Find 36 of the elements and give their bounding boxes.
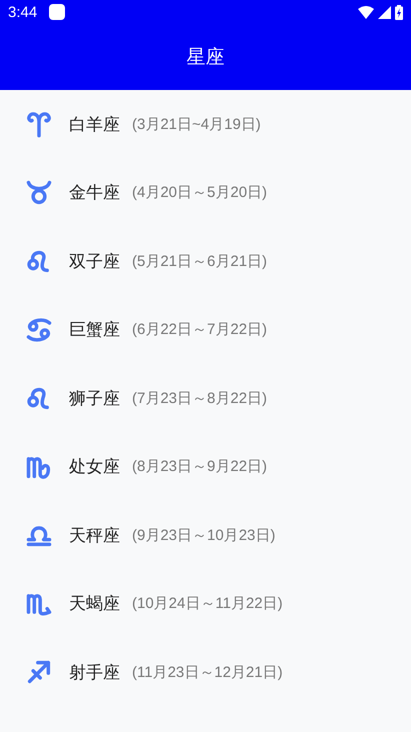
sign-dates: (3月21日~4月19日) [132, 114, 261, 134]
sign-name: 天秤座 [69, 524, 120, 547]
sign-list-item[interactable]: 白羊座 (3月21日~4月19日) [0, 90, 411, 158]
sign-list-item[interactable]: 双子座 (5月21日～6月21日) [0, 227, 411, 296]
sign-name: 双子座 [69, 250, 120, 273]
sign-name: 金牛座 [69, 182, 120, 204]
sign-dates: (7月23日～8月22日) [132, 388, 268, 408]
battery-icon [395, 4, 403, 20]
aries-symbol-icon [25, 110, 53, 138]
sign-dates: (9月23日～10月23日) [132, 526, 276, 545]
notification-icon [49, 4, 66, 20]
sign-dates: (6月22日～7月22日) [132, 320, 268, 340]
sign-dates: (5月21日～6月21日) [132, 252, 268, 271]
taurus-symbol-icon [25, 178, 53, 207]
sign-name: 射手座 [69, 662, 120, 684]
signal-icon [378, 6, 391, 18]
sign-dates: (4月20日～5月20日) [132, 183, 268, 202]
wifi-icon [358, 6, 374, 18]
sign-name: 白羊座 [69, 114, 120, 136]
sign-list-item[interactable]: 天秤座 (9月23日～10月23日) [0, 501, 411, 570]
cancer-symbol-icon [25, 316, 53, 344]
sign-list-item[interactable]: 巨蟹座 (6月22日～7月22日) [0, 296, 411, 364]
sign-name: 处女座 [69, 456, 120, 478]
sign-name: 天蝎座 [69, 593, 120, 616]
sign-list-item[interactable]: 天蝎座 (10月24日～11月22日) [0, 570, 411, 638]
sign-list-item[interactable]: 金牛座 (4月20日～5月20日) [0, 158, 411, 227]
sign-list-item[interactable]: 射手座 (11月23日～12月21日) [0, 638, 411, 706]
sign-list-item[interactable]: 狮子座 (7月23日～8月22日) [0, 364, 411, 432]
sign-name: 巨蟹座 [69, 319, 120, 342]
sign-dates: (8月23日～9月22日) [132, 457, 268, 476]
sign-name: 狮子座 [69, 388, 120, 410]
sign-dates: (11月23日～12月21日) [132, 662, 283, 682]
sign-dates: (10月24日～11月22日) [132, 594, 283, 614]
sign-list-item[interactable]: 处女座 (8月23日～9月22日) [0, 432, 411, 501]
app-title: 星座 [186, 45, 226, 70]
status-time: 3:44 [8, 4, 38, 20]
